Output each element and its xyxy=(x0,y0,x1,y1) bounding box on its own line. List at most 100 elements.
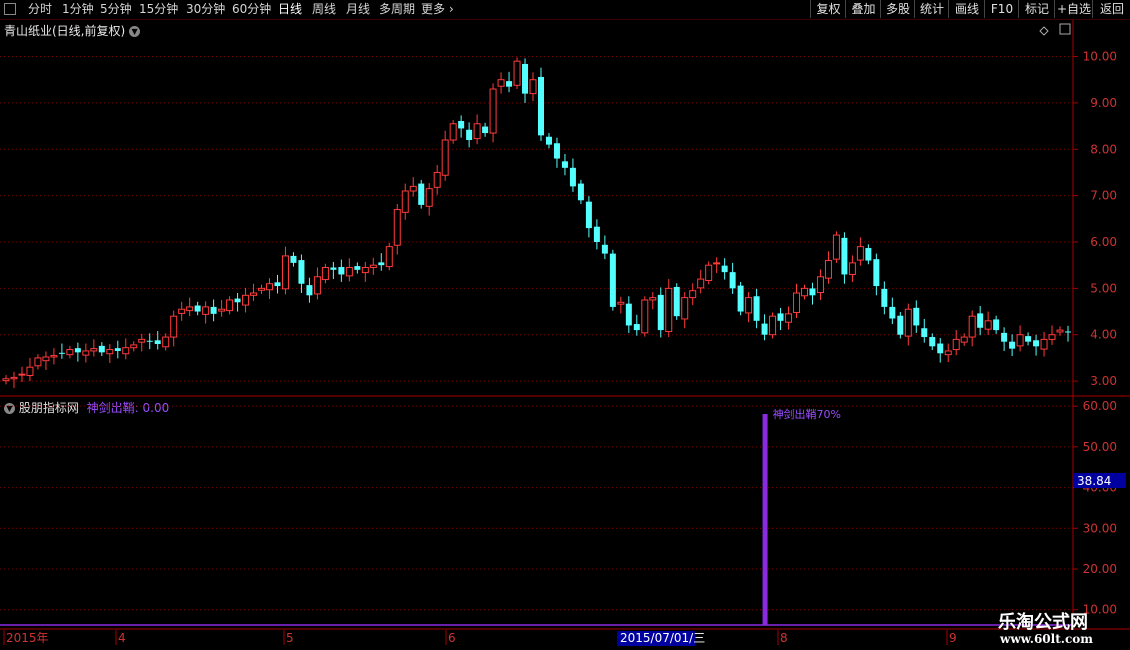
candle-body-up xyxy=(258,287,266,291)
candle-body-down xyxy=(1025,336,1032,342)
candle-body-down xyxy=(1033,340,1040,347)
candle-body-down xyxy=(146,340,153,342)
candle-body-up xyxy=(960,336,968,343)
candle-body-up xyxy=(2,378,10,382)
candle-body-down xyxy=(154,340,161,344)
indicator-tick-label: 20.00 xyxy=(1083,562,1117,576)
candle-body-down xyxy=(58,352,65,354)
candle-body-up xyxy=(393,209,401,246)
candle-body-down xyxy=(753,296,760,321)
candle-body-up xyxy=(409,185,417,192)
candle-body-down xyxy=(729,272,736,289)
indicator-spike xyxy=(762,414,768,625)
price-tick-label: 9.00 xyxy=(1090,96,1117,110)
candle-body-down xyxy=(306,285,313,296)
candle-body-down xyxy=(881,288,888,307)
candle-body-up xyxy=(42,356,50,362)
candle-body-down xyxy=(921,328,928,338)
candle-body-up xyxy=(425,188,433,207)
price-tick-label: 10.00 xyxy=(1083,50,1117,64)
candle-body-down xyxy=(721,265,728,273)
candle-body-down xyxy=(482,126,489,134)
candle-body-down xyxy=(841,237,848,275)
candle-body-up xyxy=(968,315,976,338)
candle-body-up xyxy=(824,260,832,279)
candle-body-up xyxy=(130,344,138,349)
candle-body-up xyxy=(713,262,721,265)
candle-body-down xyxy=(466,129,473,140)
candle-body-down xyxy=(625,303,632,326)
candle-body-up xyxy=(34,357,42,367)
candle-body-up xyxy=(705,264,713,281)
candle-body-up xyxy=(697,278,705,289)
candle-body-up xyxy=(281,255,289,290)
candle-body-down xyxy=(338,267,345,275)
candle-body-up xyxy=(984,320,992,330)
candle-body-up xyxy=(250,292,258,296)
candle-body-up xyxy=(816,276,824,294)
candle-body-down xyxy=(809,288,816,296)
candle-body-down xyxy=(74,348,81,353)
candle-body-up xyxy=(449,123,457,141)
candle-body-up xyxy=(401,190,409,213)
candle-body-down xyxy=(1001,332,1008,342)
candle-body-up xyxy=(433,171,441,188)
candle-body-down xyxy=(897,315,904,335)
candle-body-up xyxy=(617,301,625,305)
candle-body-down xyxy=(545,136,552,145)
candle-body-down xyxy=(657,294,664,331)
price-tick-label: 8.00 xyxy=(1090,142,1117,156)
candle-body-up xyxy=(441,139,449,176)
candle-body-down xyxy=(234,298,241,303)
time-tick-label: 2015年 xyxy=(6,631,49,645)
candle-body-up xyxy=(689,290,697,299)
candle-body-down xyxy=(98,345,105,353)
cursor-date: 2015/07/01/三 xyxy=(620,631,705,645)
candle-body-down xyxy=(210,306,217,314)
indicator-peak-label: 神剑出鞘70% xyxy=(773,407,841,421)
candle-body-up xyxy=(952,338,960,351)
candle-body-up xyxy=(226,299,234,312)
candle-body-up xyxy=(641,299,649,334)
watermark-title: 乐淘公式网 xyxy=(998,612,1088,633)
candle-body-down xyxy=(977,313,984,328)
candle-body-down xyxy=(1009,341,1016,349)
candle-body-up xyxy=(529,79,537,95)
time-tick-label: 4 xyxy=(118,631,126,645)
candle-body-down xyxy=(913,307,920,326)
candle-body-up xyxy=(681,297,689,320)
candle-body-down xyxy=(585,201,592,229)
diamond-icon[interactable] xyxy=(1039,26,1049,36)
candle-body-down xyxy=(929,337,936,347)
candle-body-up xyxy=(785,313,793,323)
candle-body-up xyxy=(66,349,74,356)
chart-canvas[interactable]: 3.004.005.006.007.008.009.0010.0010.0020… xyxy=(0,0,1130,650)
candle-body-up xyxy=(649,297,657,301)
candle-body-up xyxy=(513,60,521,86)
candle-body-up xyxy=(242,294,250,306)
candle-body-up xyxy=(26,366,34,377)
candle-body-down xyxy=(114,348,121,351)
candle-body-down xyxy=(561,161,568,168)
candle-body-up xyxy=(489,88,497,134)
candle-body-down xyxy=(889,306,896,319)
candle-body-down xyxy=(577,183,584,201)
candle-body-up xyxy=(848,262,856,275)
candle-body-up xyxy=(800,287,808,297)
candle-body-up xyxy=(266,283,274,291)
candle-body-up xyxy=(745,297,753,314)
candle-body-up xyxy=(1040,338,1048,350)
candle-body-down xyxy=(553,143,560,159)
candle-body-up xyxy=(369,264,377,269)
candle-body-up xyxy=(202,306,210,315)
time-tick-label: 6 xyxy=(448,631,456,645)
price-tick-label: 4.00 xyxy=(1090,328,1117,342)
price-tick-label: 6.00 xyxy=(1090,235,1117,249)
candle-body-down xyxy=(737,285,744,312)
panel-toggle-icon[interactable] xyxy=(1059,23,1071,35)
candle-body-down xyxy=(593,226,600,242)
candle-body-up xyxy=(769,315,777,336)
indicator-tick-label: 50.00 xyxy=(1083,440,1117,454)
candle-body-up xyxy=(162,336,170,348)
candle-body-up xyxy=(106,349,114,355)
